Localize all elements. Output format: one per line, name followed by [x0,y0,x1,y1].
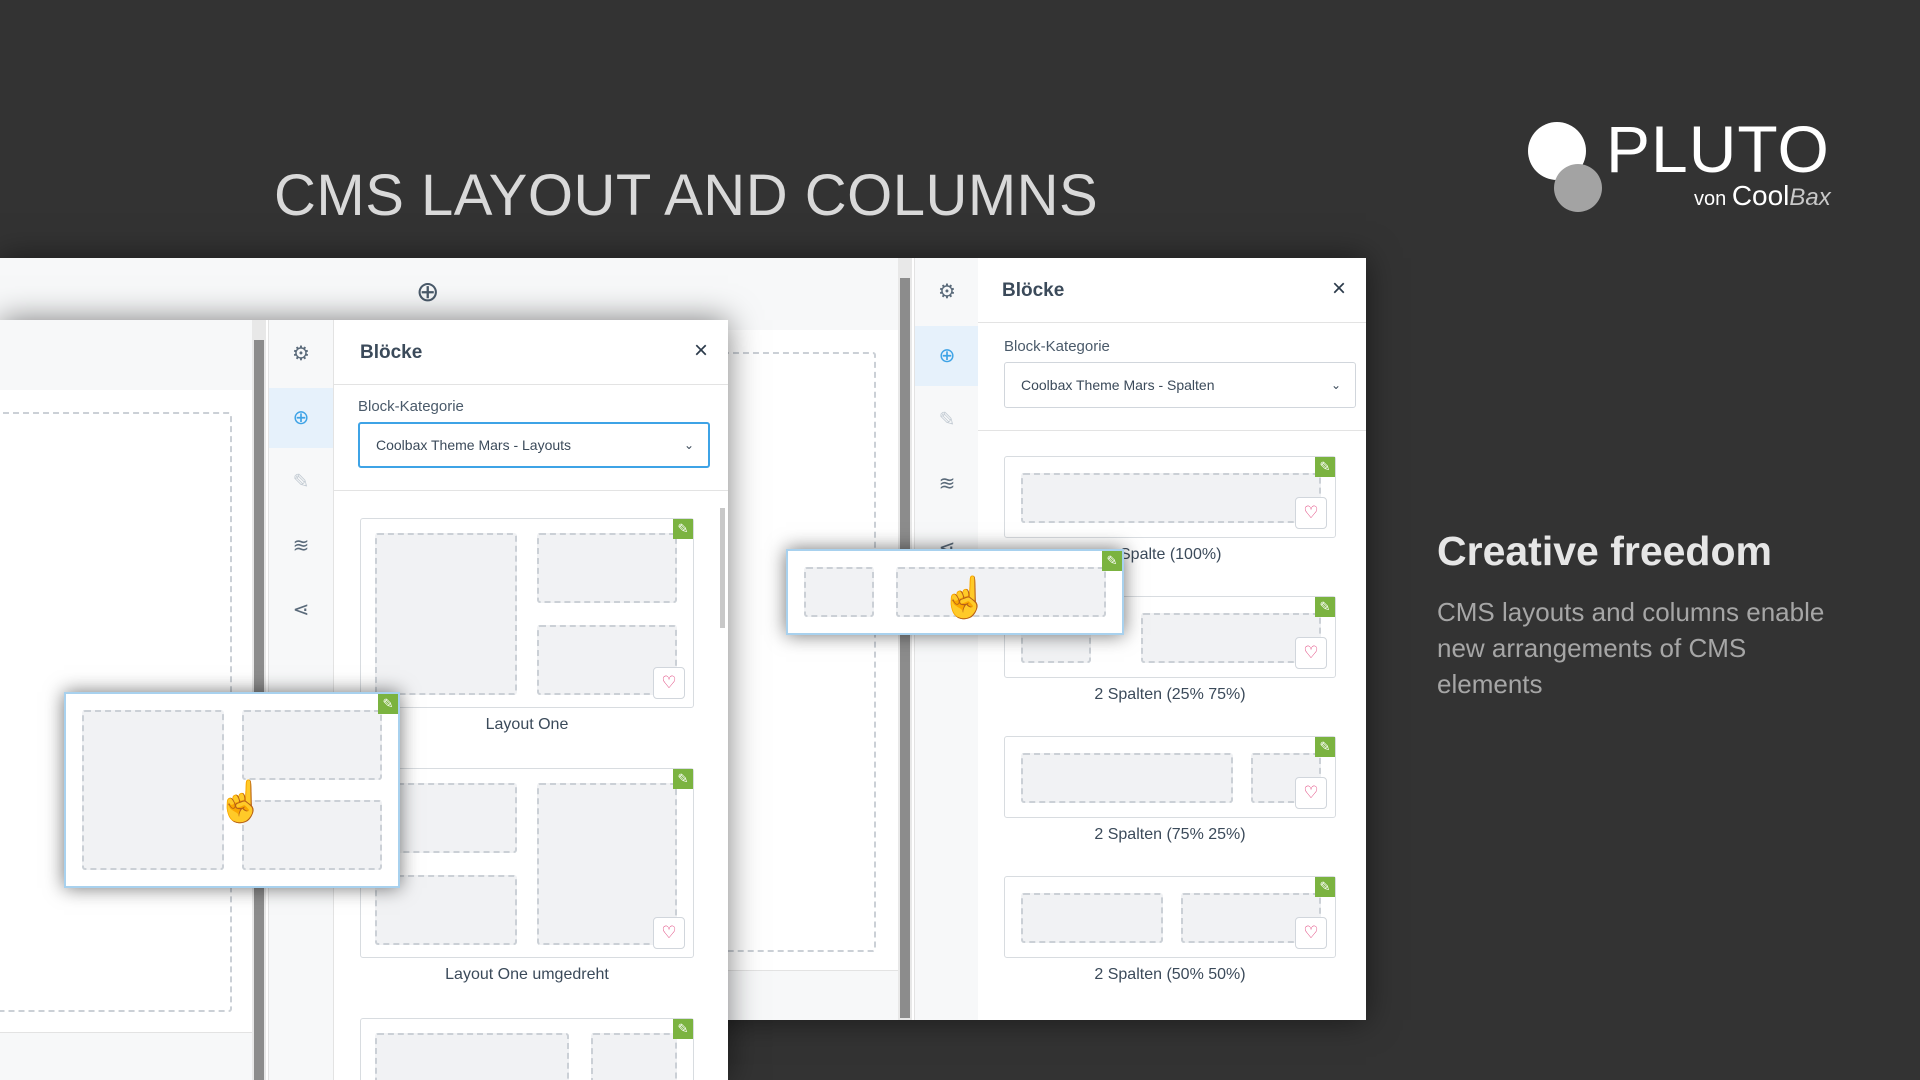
logo-bax: Bax [1789,184,1831,211]
block-label-1: Spalte (100%) [1120,546,1222,563]
front-category-value: Coolbax Theme Mars - Layouts [376,437,572,453]
hand-cursor-icon: ☝ [940,576,990,620]
pencil-icon[interactable]: ✎ [673,769,693,789]
block-card-2-spalten-50-50[interactable]: ✎ ♡ [1004,876,1336,958]
pencil-icon[interactable]: ✎ [1315,597,1335,617]
settings-icon[interactable]: ⚙ [269,324,333,384]
column-placeholder [537,533,677,603]
pencil-icon[interactable]: ✎ [673,1019,693,1039]
edit-icon[interactable]: ✎ [915,390,979,450]
logo-von: von [1694,188,1727,210]
column-placeholder [375,1033,569,1080]
pluto-logo: PLUTO von CoolBax [1528,116,1858,216]
back-panel-divider [978,430,1366,431]
edit-icon[interactable]: ✎ [269,452,333,512]
block-card-2-spalten-75-25[interactable]: ✎ ♡ [1004,736,1336,818]
block-label-3: 2 Spalten (75% 25%) [1094,826,1246,843]
heart-icon[interactable]: ♡ [1295,497,1327,529]
back-category-select[interactable]: Coolbax Theme Mars - Spalten ⌄ [1004,362,1356,408]
back-sidebar-iconbar: ⚙ ⊕ ✎ ≋ ⋖ [914,258,980,1020]
add-section-icon[interactable]: ⊕ [416,278,439,306]
add-block-icon[interactable]: ⊕ [915,326,979,386]
front-panel-divider [334,490,728,491]
heart-icon[interactable]: ♡ [653,917,685,949]
heart-icon[interactable]: ♡ [653,667,685,699]
column-placeholder [1021,893,1163,943]
column-placeholder [1021,473,1321,523]
logo-sub: von CoolBax [1694,182,1831,213]
back-canvas-scroll-thumb[interactable] [900,278,910,1018]
logo-circle-grey [1554,164,1602,212]
back-category-label: Block-Kategorie [1004,338,1110,355]
front-canvas-bottom-row [0,1032,252,1080]
logo-cool: Cool [1731,180,1790,211]
heart-icon[interactable]: ♡ [1295,777,1327,809]
front-panel-header: Blöcke × [334,320,728,385]
front-category-select[interactable]: Coolbax Theme Mars - Layouts ⌄ [358,422,710,468]
promo-title: Creative freedom [1437,528,1772,574]
heart-icon[interactable]: ♡ [1295,917,1327,949]
column-placeholder [591,1033,677,1080]
chevron-down-icon: ⌄ [1330,378,1341,392]
front-category-label: Block-Kategorie [358,398,464,415]
back-blocks-panel: Blöcke × Block-Kategorie Coolbax Theme M… [978,258,1366,1020]
logo-word: PLUTO [1606,112,1830,186]
close-icon[interactable]: × [1332,277,1346,301]
layers-icon[interactable]: ≋ [915,454,979,514]
back-panel-title: Blöcke [1002,280,1065,301]
back-panel-header: Blöcke × [978,258,1366,323]
heart-icon[interactable]: ♡ [1295,637,1327,669]
column-placeholder [1021,753,1233,803]
column-placeholder [896,567,1106,617]
block-card-1-spalte[interactable]: ✎ ♡ [1004,456,1336,538]
block-label-2: 2 Spalten (25% 75%) [1094,686,1246,703]
layers-icon[interactable]: ≋ [269,516,333,576]
block-card-layout-one-umgedreht[interactable]: ✎ ♡ [360,768,694,958]
pencil-icon[interactable]: ✎ [378,694,398,714]
page-title: CMS LAYOUT AND COLUMNS [274,163,1099,228]
chevron-down-icon: ⌄ [683,438,694,452]
pencil-icon[interactable]: ✎ [1315,737,1335,757]
column-placeholder [375,533,517,695]
block-label-layout-one: Layout One [485,716,569,733]
block-label-layout-one-umgedreht: Layout One umgedreht [445,966,609,983]
hand-cursor-icon: ☝ [216,780,266,824]
column-placeholder [82,710,224,870]
column-placeholder [242,710,382,780]
block-card-layout-three[interactable]: ✎ [360,1018,694,1080]
share-icon[interactable]: ⋖ [269,580,333,640]
pencil-icon[interactable]: ✎ [1102,551,1122,571]
front-panel-title: Blöcke [360,342,423,363]
pencil-icon[interactable]: ✎ [1315,457,1335,477]
column-placeholder [1141,613,1321,663]
column-placeholder [804,567,874,617]
pencil-icon[interactable]: ✎ [673,519,693,539]
block-card-layout-one[interactable]: ✎ ♡ [360,518,694,708]
close-icon[interactable]: × [694,339,708,363]
back-canvas-dropzone [720,352,876,952]
pencil-icon[interactable]: ✎ [1315,877,1335,897]
block-label-4: 2 Spalten (50% 50%) [1094,966,1246,983]
back-category-value: Coolbax Theme Mars - Spalten [1021,377,1215,393]
promo-body: CMS layouts and columns enable new arran… [1437,597,1825,699]
front-canvas-top-row [0,320,252,391]
add-block-icon[interactable]: ⊕ [269,388,333,448]
settings-icon[interactable]: ⚙ [915,262,979,322]
front-panel-scroll-thumb[interactable] [720,508,725,628]
